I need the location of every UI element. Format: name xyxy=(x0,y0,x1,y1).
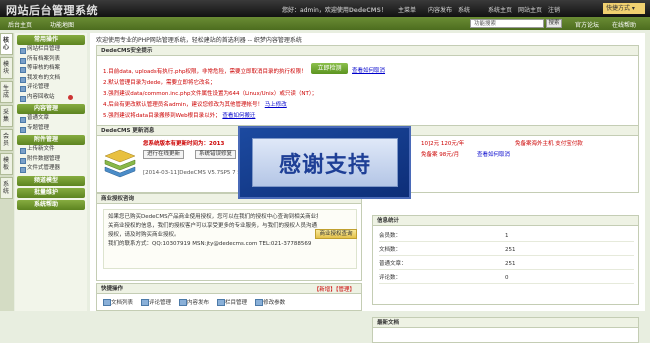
panel-title: DedeCMS安全提示 xyxy=(97,46,638,56)
vtab-core[interactable]: 核心 xyxy=(0,33,13,55)
update-news-line[interactable]: [2014-03-11]DedeCMS V5.7SP5 7 SP xyxy=(143,170,244,176)
welcome-text: 欢迎使用专业的PHP网站管理系统，轻松建站的首选利器 -- 织梦内容管理系统 xyxy=(96,37,302,44)
business-license-panel: 商业授权咨询 如果您已购买DedeCMS产品商业使用授权，您可以在我们的授权中心… xyxy=(96,193,362,281)
sidebar-item-my-docs[interactable]: 我发布的文档 xyxy=(17,74,85,84)
nav-system[interactable]: 系统 xyxy=(458,5,488,14)
vtab-member[interactable]: 会员 xyxy=(0,129,13,151)
sidebar-group-help: 系统帮助 xyxy=(17,199,85,210)
top-header: 网站后台管理系统 您好：admin，欢迎使用DedeCMS！ 主菜单 内容发布 … xyxy=(0,0,650,17)
toolbar: 后台主页 功能地图 功能搜索 搜索 官方论坛 在线帮助 xyxy=(0,17,650,30)
hosting-ad-2b[interactable]: 查看如何取消 xyxy=(477,150,510,158)
vtab-collect[interactable]: 采集 xyxy=(0,105,13,127)
view-how-link[interactable]: 查看如何取消 xyxy=(352,66,385,74)
quick-edit-links[interactable]: 【新增】【管理】 xyxy=(314,285,355,293)
quick-actions-panel: 快捷操作 【新增】【管理】 文档列表 评论管理 内容发布 栏目管理 修改参数 xyxy=(96,283,362,311)
sidebar-item-file-manager[interactable]: 文件式管理器 xyxy=(17,164,85,174)
quick-links: 文档列表 评论管理 内容发布 栏目管理 修改参数 xyxy=(103,298,285,306)
sidebar: 常用操作 网站栏目管理 所有档案列表 等审核的档案 我发布的文档 评论管理 内容… xyxy=(15,33,87,311)
quick-categories[interactable]: 栏目管理 xyxy=(217,298,247,306)
quick-comments[interactable]: 评论管理 xyxy=(141,298,171,306)
sidebar-group-title[interactable]: 常用操作 xyxy=(17,35,85,45)
stat-row: 会员数： 1 xyxy=(379,230,634,242)
top-nav: 主菜单 内容发布 系统 系统主页 网站主页 注销 xyxy=(398,5,578,14)
nav-main-menu[interactable]: 主菜单 xyxy=(398,5,428,14)
sidebar-group-title[interactable]: 附件管理 xyxy=(17,135,85,145)
overlay-text: 感谢支持 xyxy=(278,152,371,178)
quick-publish[interactable]: 内容发布 xyxy=(179,298,209,306)
sidebar-item-recycle[interactable]: 内容回收站 xyxy=(17,93,85,103)
nav-site-home[interactable]: 网站主页 xyxy=(518,5,548,14)
warning-line: 3.强烈建议data/common.inc.php文件属性设置为644（Linu… xyxy=(103,91,318,97)
latest-docs-panel: 最新文档 xyxy=(372,317,639,343)
stat-row: 普通文章： 251 xyxy=(379,258,634,270)
vtab-template[interactable]: 模板 xyxy=(0,153,13,175)
sidebar-item-pending[interactable]: 等审核的档案 xyxy=(17,64,85,74)
sidebar-group-content: 内容管理 普通文章 专题管理 xyxy=(17,104,85,133)
sidebar-item-attach-data[interactable]: 附件数据管理 xyxy=(17,155,85,165)
check-now-button[interactable]: 立即检测 xyxy=(311,63,348,74)
online-update-button[interactable]: 进行在线更新 xyxy=(143,150,185,159)
app-logo: 网站后台管理系统 xyxy=(6,4,98,17)
panel-title: 信息统计 xyxy=(373,216,638,226)
sidebar-group-title[interactable]: 批量维护 xyxy=(17,187,85,198)
sidebar-item-categories[interactable]: 网站栏目管理 xyxy=(17,45,85,55)
sidebar-item-upload[interactable]: 上传新文件 xyxy=(17,145,85,155)
sidebar-group-title[interactable]: 频道模型 xyxy=(17,175,85,186)
vertical-tabs: 核心 模块 生成 采集 会员 模板 系统 xyxy=(0,33,14,311)
modify-admin-link[interactable]: 马上修改 xyxy=(265,102,287,108)
vtab-generate[interactable]: 生成 xyxy=(0,81,13,103)
warning-line: 5.强烈建议将data目录搬移到Web根目录以外； 查看如何搬迁 xyxy=(103,113,256,119)
error-fix-button[interactable]: 系统错误修复 xyxy=(195,150,237,159)
warning-line: 2.默认管理目录为dede，需要立即将它改名； xyxy=(103,80,216,86)
vtab-module[interactable]: 模块 xyxy=(0,57,13,79)
user-greeting: 您好：admin，欢迎使用DedeCMS！ xyxy=(282,7,387,14)
stat-row: 文档数： 251 xyxy=(379,244,634,256)
warning-line: 1.目前data, uploads有执行.php权限，非常危险，需要立即取消目录… xyxy=(103,69,307,75)
stat-row: 评论数： 0 xyxy=(379,272,634,284)
sidebar-group-title[interactable]: 系统帮助 xyxy=(17,199,85,210)
vtab-system[interactable]: 系统 xyxy=(0,177,13,199)
sidebar-group-batch: 批量维护 xyxy=(17,187,85,198)
sidebar-group-models: 频道模型 xyxy=(17,175,85,186)
quick-settings[interactable]: 修改参数 xyxy=(255,298,285,306)
help-link[interactable]: 在线帮助 xyxy=(612,20,636,29)
sidebar-item-topics[interactable]: 专题管理 xyxy=(17,124,85,134)
sidebar-item-articles[interactable]: 普通文章 xyxy=(17,114,85,124)
feature-map-link[interactable]: 功能地图 xyxy=(50,20,74,29)
version-info: 您系统版本有更新时间为：2013 xyxy=(143,141,225,147)
backend-home-link[interactable]: 后台主页 xyxy=(8,20,32,29)
business-text: 如果您已购买DedeCMS产品商业使用授权，您可以在我们的授权中心查询到相关商业… xyxy=(103,209,357,269)
move-data-link[interactable]: 查看如何搬迁 xyxy=(222,113,255,119)
username: admin xyxy=(300,7,319,14)
panel-title: 最新文档 xyxy=(373,318,638,328)
nav-logout[interactable]: 注销 xyxy=(548,5,578,14)
recycle-badge-icon xyxy=(68,94,73,100)
sidebar-item-comments[interactable]: 评论管理 xyxy=(17,83,85,93)
license-query-button[interactable]: 商业授权查询 xyxy=(315,229,357,239)
search-button[interactable]: 搜索 xyxy=(546,19,562,28)
thanks-overlay: 感谢支持 xyxy=(238,126,411,199)
quick-doc-list[interactable]: 文档列表 xyxy=(103,298,133,306)
hosting-ad-1[interactable]: 10]2元 120元/年 xyxy=(421,139,464,147)
nav-content-publish[interactable]: 内容发布 xyxy=(428,5,458,14)
hosting-ad-2[interactable]: 免备案 98元/月 xyxy=(421,150,459,158)
sidebar-group-common: 常用操作 网站栏目管理 所有档案列表 等审核的档案 我发布的文档 评论管理 内容… xyxy=(17,35,85,102)
shortcut-dropdown[interactable]: 快捷方式 ▾ xyxy=(603,3,645,14)
sidebar-group-attachments: 附件管理 上传新文件 附件数据管理 文件式管理器 xyxy=(17,135,85,174)
overlay-card: 感谢支持 xyxy=(252,138,398,187)
sidebar-group-title[interactable]: 内容管理 xyxy=(17,104,85,114)
nav-system-home[interactable]: 系统主页 xyxy=(488,5,518,14)
info-stats-panel: 信息统计 会员数： 1 文档数： 251 普通文章： 251 评论数： 0 xyxy=(372,215,639,305)
search-input[interactable]: 功能搜索 xyxy=(470,19,544,28)
forum-link[interactable]: 官方论坛 xyxy=(575,20,599,29)
package-icon xyxy=(103,146,137,178)
warning-line: 4.后台有更改默认管理员名admin，建议您修改为其他管理帐号！ 马上修改 xyxy=(103,102,287,108)
hosting-ad-1b[interactable]: 免备案海外主机 支付宝付款 xyxy=(515,139,583,147)
sidebar-item-all-docs[interactable]: 所有档案列表 xyxy=(17,55,85,65)
